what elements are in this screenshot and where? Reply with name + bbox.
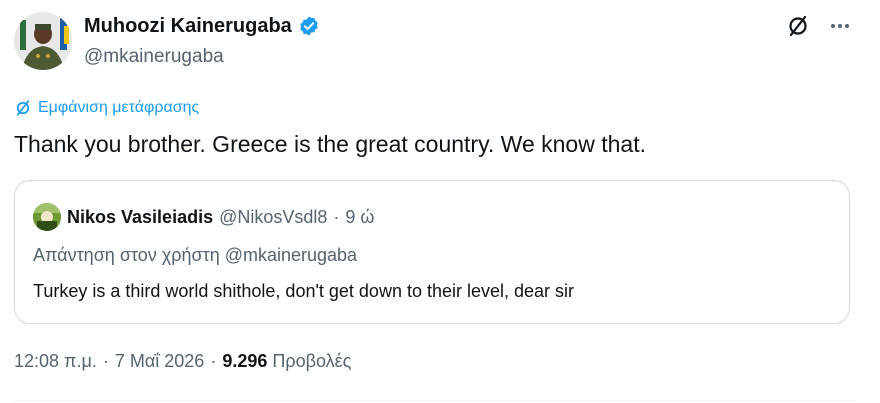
- tweet-actions: [784, 12, 854, 40]
- quoted-author-avatar-image: [33, 203, 61, 231]
- author-avatar[interactable]: [14, 12, 72, 70]
- author-avatar-image: [14, 12, 72, 70]
- more-button[interactable]: [826, 12, 854, 40]
- quoted-author-avatar[interactable]: [33, 203, 61, 231]
- tweet-date[interactable]: 7 Μαΐ 2026: [115, 349, 204, 373]
- translate-icon: [789, 15, 807, 37]
- quoted-tweet-header: Nikos Vasileiadis @NikosVsdl8 · 9 ώ: [33, 203, 374, 231]
- more-icon: [831, 24, 849, 28]
- show-translation-link[interactable]: Εμφάνιση μετάφρασης: [14, 98, 199, 118]
- meta-separator-1: ·: [102, 351, 109, 371]
- verified-badge-icon: [300, 16, 318, 36]
- tweet-time[interactable]: 12:08 π.μ.: [14, 349, 97, 373]
- translate-small-icon: [16, 100, 30, 116]
- author-display-name[interactable]: Muhoozi Kainerugaba: [84, 14, 320, 38]
- translate-toggle-button[interactable]: [784, 12, 812, 40]
- divider: [14, 400, 854, 401]
- views[interactable]: 9.296 Προβολές: [222, 349, 351, 373]
- tweet-meta: 12:08 π.μ. · 7 Μαΐ 2026 · 9.296 Προβολές: [14, 349, 351, 373]
- quoted-time: 9 ώ: [345, 207, 375, 227]
- tweet-text: Thank you brother. Greece is the great c…: [14, 131, 646, 157]
- quoted-reply-to: Απάντηση στον χρήστη @mkainerugaba: [33, 245, 358, 265]
- views-label: Προβολές: [272, 351, 352, 371]
- views-count: 9.296: [222, 351, 268, 371]
- quoted-separator: ·: [333, 207, 340, 227]
- quoted-author-handle: @NikosVsdl8: [219, 207, 328, 227]
- quoted-tweet[interactable]: Nikos Vasileiadis @NikosVsdl8 · 9 ώ Απάν…: [14, 180, 850, 324]
- author-handle[interactable]: @mkainerugaba: [84, 45, 224, 69]
- author-display-name-text: Muhoozi Kainerugaba: [84, 15, 292, 37]
- show-translation-label: Εμφάνιση μετάφρασης: [38, 99, 200, 116]
- quoted-text: Turkey is a third world shithole, don't …: [33, 281, 575, 301]
- quoted-author-name: Nikos Vasileiadis: [67, 207, 214, 227]
- meta-separator-2: ·: [210, 351, 217, 371]
